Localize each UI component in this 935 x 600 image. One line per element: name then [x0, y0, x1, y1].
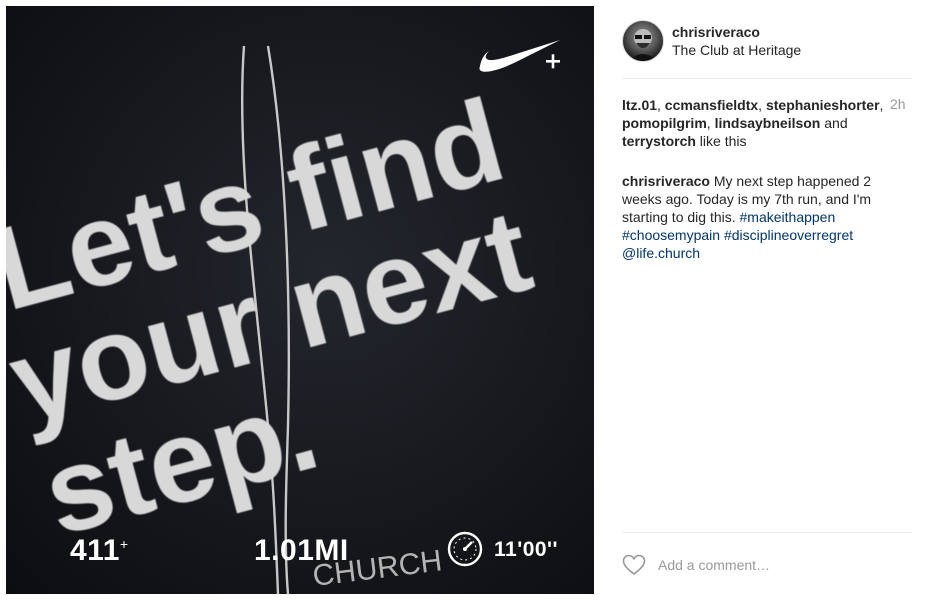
stopwatch-icon	[447, 531, 483, 567]
post-header: chrisriveraco The Club at Heritage	[622, 14, 912, 64]
mention-link[interactable]: @life.church	[622, 245, 700, 261]
liker-link[interactable]: ltz.01	[622, 97, 657, 113]
shirt-print: Let's find your next step. CHURCH	[6, 45, 544, 594]
post-image[interactable]: Let's find your next step. CHURCH 411+ 1…	[6, 6, 594, 594]
avatar-face-icon	[629, 29, 657, 61]
liker-link[interactable]: pomopilgrim	[622, 115, 707, 131]
comment-input[interactable]	[658, 552, 908, 578]
liker-link[interactable]: lindsaybneilson	[715, 115, 821, 131]
heart-icon[interactable]	[622, 554, 646, 576]
pace-stat: 11'00''	[494, 538, 559, 561]
post-caption: chrisriveraco My next step happened 2 we…	[622, 172, 887, 262]
liker-link[interactable]: ccmansfieldtx	[665, 97, 758, 113]
liker-link[interactable]: terrystorch	[622, 133, 696, 149]
shirt-line-1: Let's find	[6, 74, 517, 336]
distance-stat: 1.01MI	[254, 534, 349, 567]
divider	[622, 532, 912, 533]
username-link[interactable]: chrisriveraco	[672, 24, 760, 40]
shirt-line-2: your next	[6, 184, 544, 449]
liker-link[interactable]: stephanieshorter	[766, 97, 880, 113]
run-stats: 411+ 1.01MI 11'00''	[6, 524, 594, 574]
calories-suffix: +	[119, 536, 129, 552]
comment-row	[622, 546, 912, 586]
location-link[interactable]: The Club at Heritage	[672, 42, 801, 58]
likes-summary: ltz.01, ccmansfieldtx, stephanieshorter,…	[622, 97, 884, 149]
hashtag-link[interactable]: #choosemypain	[622, 227, 720, 243]
calories-stat: 411+	[70, 534, 129, 568]
hashtag-link[interactable]: #makeithappen	[740, 209, 836, 225]
divider	[622, 78, 912, 79]
calories-value: 411	[70, 534, 120, 567]
post-sidebar: chrisriveraco The Club at Heritage ltz.0…	[594, 0, 935, 600]
nike-plus-icon	[479, 40, 560, 72]
hashtag-link[interactable]: #disciplineoverregret	[724, 227, 853, 243]
post-timestamp[interactable]: 2h	[890, 96, 906, 112]
caption-username[interactable]: chrisriveraco	[622, 173, 710, 189]
avatar[interactable]	[622, 20, 664, 62]
